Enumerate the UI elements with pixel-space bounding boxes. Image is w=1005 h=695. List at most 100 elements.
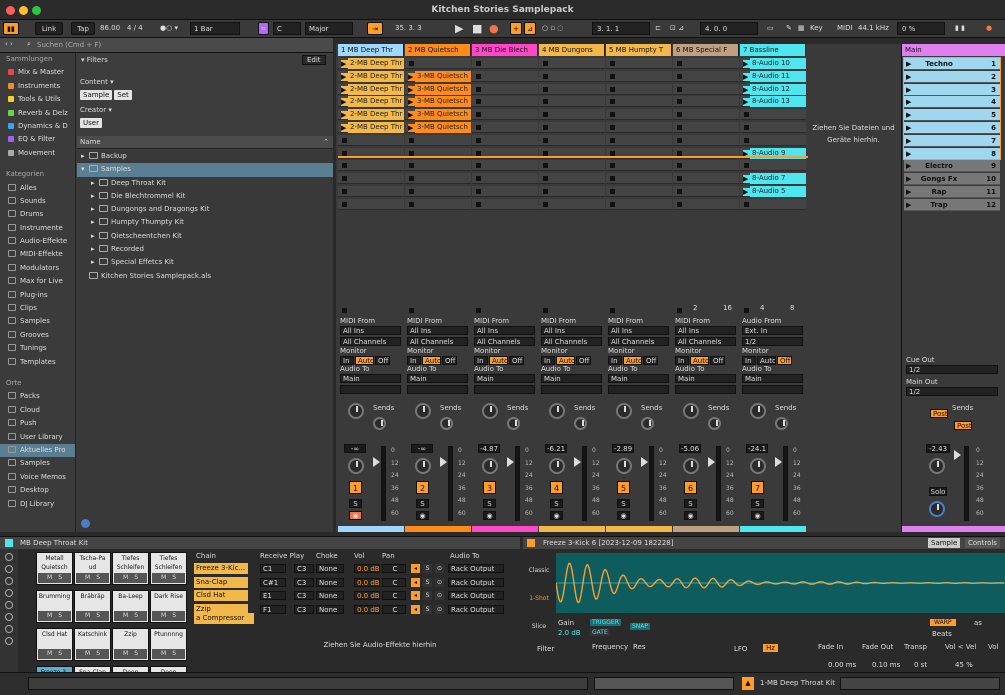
track-header[interactable]: 5 MB Humpty T <box>606 44 672 56</box>
grid-icon[interactable]: ▦ <box>798 22 805 35</box>
chain-pan[interactable]: C <box>382 604 406 614</box>
clip-slot[interactable] <box>673 122 739 133</box>
file-row[interactable]: ▸ Humpty Thumpty Kit <box>77 216 333 229</box>
pad-solo-button[interactable]: S <box>96 574 100 581</box>
file-row[interactable]: Kitchen Stories Samplepack.als <box>77 270 333 283</box>
drum-pad[interactable]: Clsd Hat M S <box>36 628 73 661</box>
clip-slot[interactable] <box>606 173 672 185</box>
filter-toggle[interactable]: Filter <box>537 645 554 653</box>
input-channel-select[interactable]: All Channels <box>340 337 401 346</box>
output-select[interactable]: Main <box>340 374 401 383</box>
clip-slot[interactable] <box>606 83 672 95</box>
clip-slot[interactable] <box>606 122 672 133</box>
tab-controls[interactable]: Controls <box>965 538 1000 548</box>
clip-slot[interactable] <box>338 160 404 172</box>
pad-mute-button[interactable]: M <box>85 650 90 657</box>
monitor-auto[interactable]: Auto <box>757 356 776 365</box>
arm-button[interactable]: ◉ <box>416 511 429 520</box>
input-channel-select[interactable]: All Channels <box>407 337 468 346</box>
clip-slot[interactable] <box>338 173 404 185</box>
clip-slot[interactable] <box>673 109 739 121</box>
scene-slot[interactable]: ▶ Rap 11 <box>904 186 1000 198</box>
clip-launch-icon[interactable]: ▶ <box>408 85 415 94</box>
fader-triangle-icon[interactable] <box>641 457 648 467</box>
stop-clip-icon[interactable] <box>543 150 548 156</box>
pad-solo-button[interactable]: S <box>58 574 62 581</box>
clip-launch-icon[interactable]: ▶ <box>341 72 348 81</box>
arm-button[interactable]: ◉ <box>751 511 764 520</box>
post-button-a[interactable]: Post <box>930 409 948 418</box>
clip-slot[interactable] <box>673 83 739 95</box>
drum-pad[interactable]: Katschink M S <box>74 628 111 661</box>
stop-clip-icon[interactable] <box>610 73 615 79</box>
song-position[interactable]: 35. 3. 3 <box>395 22 445 35</box>
clip[interactable]: 8-Audio 5 <box>750 186 806 197</box>
track-stop-icon[interactable] <box>476 308 481 313</box>
track-volume[interactable]: -6.21 <box>545 444 567 453</box>
pad-solo-button[interactable]: S <box>96 612 100 619</box>
solo-button[interactable]: S <box>416 499 429 508</box>
device-on-icon[interactable] <box>5 539 13 547</box>
place-item[interactable]: Desktop <box>0 484 75 497</box>
place-item[interactable]: Aktuelles Pro <box>0 443 75 458</box>
clip-launch-icon[interactable]: ▶ <box>743 60 750 68</box>
monitor-off[interactable]: Off <box>509 356 524 365</box>
track-header[interactable]: 6 MB Special F <box>673 44 739 56</box>
clip-slot[interactable] <box>472 134 538 146</box>
collection-item[interactable]: Instruments <box>0 80 75 93</box>
close-window-icon[interactable] <box>6 6 15 15</box>
tempo-field[interactable]: 86.00 <box>100 22 120 35</box>
loop-start[interactable]: 3. 1. 1 <box>592 22 650 35</box>
content-filter[interactable]: Content ▾ <box>80 78 114 86</box>
pad-solo-button[interactable]: S <box>134 574 138 581</box>
monitor-auto[interactable]: Auto <box>422 356 441 365</box>
send-b-knob[interactable] <box>373 417 386 430</box>
clip-launch-icon[interactable]: ▶ <box>743 98 750 107</box>
clip-launch-icon[interactable]: ▶ <box>743 175 750 184</box>
clip-slot[interactable] <box>539 96 605 108</box>
output-select[interactable]: Main <box>675 374 736 383</box>
creator-filter[interactable]: Creator ▾ <box>80 106 112 114</box>
clip-launch-icon[interactable]: ▶ <box>341 98 348 107</box>
main-fader-triangle-icon[interactable] <box>954 450 961 460</box>
track-header[interactable]: 3 MB Die Blech <box>472 44 538 56</box>
clip-slot[interactable] <box>405 58 471 69</box>
stop-clip-icon[interactable] <box>677 86 682 92</box>
warp-button[interactable]: WARP <box>930 619 956 626</box>
file-row[interactable]: ▸ Deep Throat Kit <box>77 177 333 190</box>
gain-value[interactable]: 2.0 dB <box>558 629 581 637</box>
collection-item[interactable]: Mix & Master <box>0 66 75 79</box>
pad-solo-button[interactable]: S <box>58 650 62 657</box>
output-sub-select[interactable] <box>474 385 535 394</box>
rack-control-icon[interactable] <box>5 553 13 561</box>
output-select[interactable]: Main <box>407 374 468 383</box>
collection-item[interactable]: Dynamics & D <box>0 120 75 133</box>
rack-control-icon[interactable] <box>5 613 13 621</box>
monitor-off[interactable]: Off <box>643 356 658 365</box>
pan-knob[interactable] <box>415 458 431 474</box>
clip-launch-icon[interactable]: ▶ <box>743 72 750 81</box>
chain-solo-icon[interactable]: S <box>423 604 432 614</box>
clip-slot[interactable] <box>673 173 739 185</box>
stop-clip-icon[interactable] <box>476 201 481 207</box>
send-a-knob[interactable] <box>683 403 699 419</box>
collection-item[interactable]: Reverb & Delz <box>0 107 75 120</box>
clip-slot[interactable] <box>606 186 672 197</box>
monitor-auto[interactable]: Auto <box>690 356 709 365</box>
clip-slot[interactable] <box>539 134 605 146</box>
fade-in-value[interactable]: 0.00 ms <box>828 661 856 669</box>
pad-solo-button[interactable]: S <box>134 612 138 619</box>
clip-slot[interactable] <box>606 160 672 172</box>
category-item[interactable]: MIDI-Effekte <box>0 248 75 261</box>
trigger-button[interactable]: TRIGGER <box>590 619 621 626</box>
mode-button[interactable]: 1-Shot <box>527 595 551 602</box>
place-item[interactable]: Samples <box>0 457 75 470</box>
disclosure-icon[interactable]: ▸ <box>91 243 99 256</box>
drum-pad[interactable]: Zzip M S <box>112 628 149 661</box>
clip-slot[interactable] <box>673 96 739 108</box>
monitor-in[interactable]: In <box>675 356 689 365</box>
clip-slot[interactable] <box>740 109 806 121</box>
scale-select[interactable]: Major <box>305 22 353 35</box>
drum-pad[interactable]: Brumming M S <box>36 590 73 623</box>
stop-clip-icon[interactable] <box>677 189 682 194</box>
